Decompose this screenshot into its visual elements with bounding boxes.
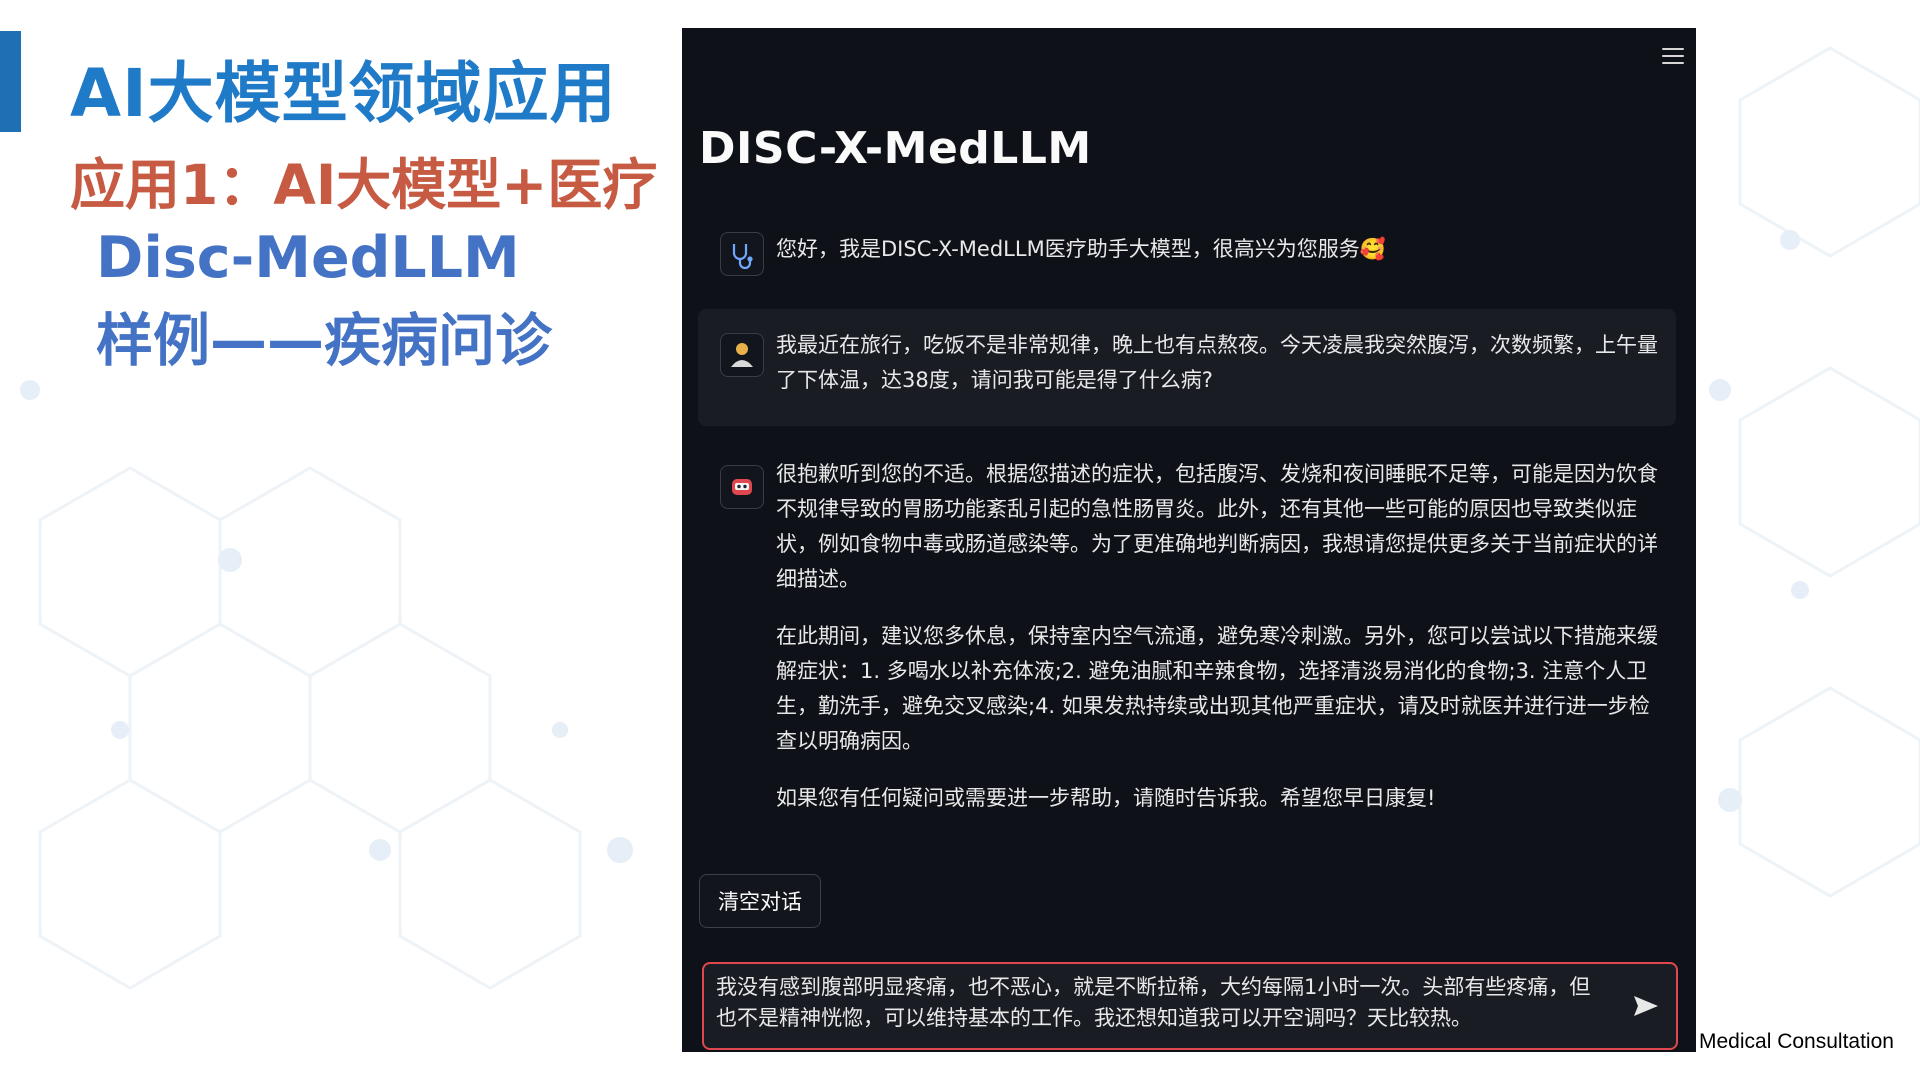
example-label: 样例——疾病问诊 xyxy=(96,308,552,374)
chat-message-assistant: 您好，我是DISC-X-MedLLM医疗助手大模型，很高兴为您服务🥰 xyxy=(698,218,1676,288)
message-paragraph: 很抱歉听到您的不适。根据您描述的症状，包括腹泻、发烧和夜间睡眠不足等，可能是因为… xyxy=(776,462,1658,591)
accent-bar xyxy=(0,31,21,132)
chat-message-assistant: 很抱歉听到您的不适。根据您描述的症状，包括腹泻、发烧和夜间睡眠不足等，可能是因为… xyxy=(698,453,1676,853)
slide-title: AI大模型领域应用 xyxy=(70,55,617,132)
message-paragraph: 在此期间，建议您多休息，保持室内空气流通，避免寒冷刺激。另外，您可以尝试以下措施… xyxy=(776,624,1658,753)
hamburger-menu-icon[interactable] xyxy=(1662,48,1684,64)
robot-icon xyxy=(720,465,764,509)
clear-conversation-button[interactable]: 清空对话 xyxy=(699,874,821,928)
message-text: 您好，我是DISC-X-MedLLM医疗助手大模型，很高兴为您服务🥰 xyxy=(776,232,1658,289)
message-paragraph: 如果您有任何疑问或需要进一步帮助，请随时告诉我。希望您早日康复! xyxy=(776,786,1436,810)
message-text: 我最近在旅行，吃饭不是非常规律，晚上也有点熬夜。今天凌晨我突然腹泻，次数频繁，上… xyxy=(776,328,1658,420)
app-title: DISC-X-MedLLM xyxy=(699,123,1092,174)
slide-subtitle: 应用1：AI大模型+医疗 xyxy=(70,153,658,217)
message-paragraph: 您好，我是DISC-X-MedLLM医疗助手大模型，很高兴为您服务🥰 xyxy=(776,237,1386,261)
model-name-heading: Disc-MedLLM xyxy=(96,225,520,291)
chat-app-window: DISC-X-MedLLM 您好，我是DISC-X-MedLLM医疗助手大模型，… xyxy=(682,28,1696,1052)
send-arrow-icon[interactable] xyxy=(1630,990,1662,1022)
user-avatar-icon xyxy=(720,333,764,377)
stethoscope-icon xyxy=(720,232,764,276)
message-text: 很抱歉听到您的不适。根据您描述的症状，包括腹泻、发烧和夜间睡眠不足等，可能是因为… xyxy=(776,457,1658,838)
chat-input-field[interactable]: 我没有感到腹部明显疼痛，也不恶心，就是不断拉稀，大约每隔1小时一次。头部有些疼痛… xyxy=(702,962,1678,1050)
chat-input-text[interactable]: 我没有感到腹部明显疼痛，也不恶心，就是不断拉稀，大约每隔1小时一次。头部有些疼痛… xyxy=(716,972,1606,1034)
slide-caption: Medical Consultation xyxy=(1699,1030,1894,1053)
chat-message-user: 我最近在旅行，吃饭不是非常规律，晚上也有点熬夜。今天凌晨我突然腹泻，次数频繁，上… xyxy=(698,309,1676,426)
message-paragraph: 我最近在旅行，吃饭不是非常规律，晚上也有点熬夜。今天凌晨我突然腹泻，次数频繁，上… xyxy=(776,333,1658,392)
